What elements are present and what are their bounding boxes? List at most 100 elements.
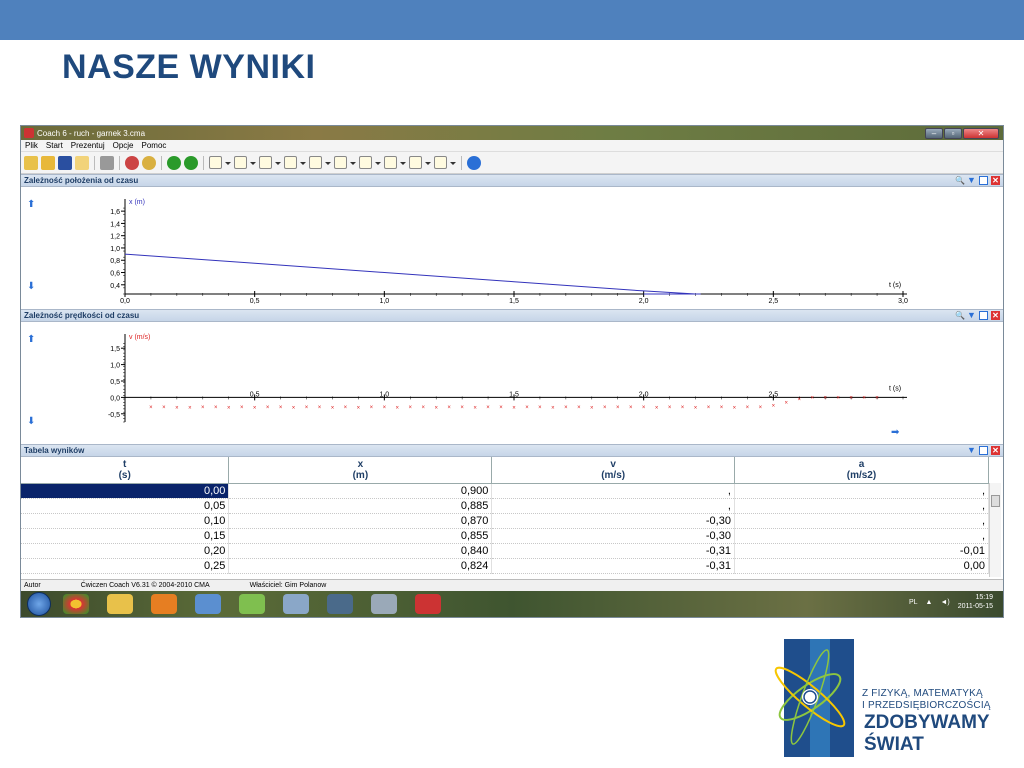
table-dropdown-icon[interactable] [284,155,306,170]
app-icon[interactable] [239,594,265,614]
column-header-v[interactable]: v (m/s) [491,457,735,484]
table-cell[interactable]: 0,00 [21,483,230,499]
table-cell[interactable]: , [734,528,990,544]
notes-icon[interactable] [75,155,89,170]
new-icon[interactable] [24,155,38,170]
data-point: × [668,405,672,411]
close-button[interactable]: ✕ [963,127,999,139]
start-button[interactable] [27,592,51,616]
column-header-x[interactable]: x (m) [228,457,493,484]
table-cell[interactable]: 0,900 [228,483,493,499]
zoom-icon[interactable]: 🔍 [955,176,965,185]
y-tick-label: 0,5 [110,379,120,386]
table-cell[interactable]: 0,855 [228,528,493,544]
table-cell[interactable]: , [491,483,735,499]
close-panel-icon[interactable]: ✕ [991,446,1000,455]
coach-icon[interactable] [371,594,397,614]
table-row[interactable]: 0,10 0,870 -0,30, [21,513,990,529]
measure-dropdown-icon[interactable] [209,155,231,170]
table-row[interactable]: 0,05 0,885,, [21,498,990,514]
coach-window: Coach 6 - ruch - garnek 3.cma – ▫ ✕ Plik… [20,125,1004,618]
table-cell[interactable]: 0,870 [228,513,493,529]
reset-icon[interactable] [184,155,198,170]
table-cell[interactable]: -0,31 [491,558,735,574]
chevron-down-icon[interactable]: ▼ [967,176,976,185]
table-row[interactable]: 0,25 0,824 -0,31 0,00 [21,558,990,574]
table-cell[interactable]: 0,824 [228,558,493,574]
help-icon[interactable] [467,155,481,170]
table-cell[interactable]: 0,05 [21,498,230,514]
window-icon[interactable] [327,594,353,614]
table-cell[interactable]: 0,10 [21,513,230,529]
paint-icon[interactable] [195,594,221,614]
play-icon[interactable] [167,155,181,170]
table-row[interactable]: 0,20 0,840 -0,31 -0,01 [21,543,990,559]
column-header-t[interactable]: t (s) [21,457,230,484]
volume-icon[interactable]: ◄) [940,598,949,607]
table-row[interactable]: 0,15 0,855 -0,30, [21,528,990,544]
notes-icon[interactable] [283,594,309,614]
table-cell[interactable]: -0,01 [734,543,990,559]
stopwatch-icon[interactable] [142,155,156,170]
table-cell[interactable]: , [491,498,735,514]
interface-icon[interactable] [125,155,139,170]
column-header-a[interactable]: a (m/s2) [734,457,990,484]
explorer-icon[interactable] [107,594,133,614]
zoom-icon[interactable]: 🔍 [955,311,965,320]
maximize-panel-icon[interactable] [979,311,988,320]
clock[interactable]: 15:19 2011-05-15 [958,593,993,611]
save-icon[interactable] [58,155,72,170]
text-dropdown-icon[interactable] [259,155,281,170]
network-icon[interactable]: ▲ [926,598,933,607]
y-axis-label: x (m) [129,199,145,206]
data-point: × [862,395,866,401]
maximize-panel-icon[interactable] [979,446,988,455]
data-point: × [577,405,581,411]
table-cell[interactable]: , [734,498,990,514]
program-dropdown-icon[interactable] [434,155,456,170]
table-cell[interactable]: -0,30 [491,528,735,544]
chevron-down-icon[interactable]: ▼ [967,311,976,320]
table-cell[interactable]: , [734,513,990,529]
table-cell[interactable]: 0,885 [228,498,493,514]
graph-dropdown-icon[interactable] [309,155,331,170]
data-point: × [746,405,750,411]
menu-pomoc[interactable]: Pomoc [142,141,167,150]
table-panel-title: Tabela wyników [24,446,85,455]
open-icon[interactable] [41,155,55,170]
table-row[interactable]: 0,00 0,900,, [21,483,990,499]
table-cell[interactable]: -0,31 [491,543,735,559]
close-panel-icon[interactable]: ✕ [991,311,1000,320]
table-cell[interactable]: 0,00 [734,558,990,574]
table-cell[interactable]: 0,15 [21,528,230,544]
table-cell[interactable]: 0,20 [21,543,230,559]
close-panel-icon[interactable]: ✕ [991,176,1000,185]
menu-start[interactable]: Start [46,141,63,150]
maximize-panel-icon[interactable] [979,176,988,185]
table-cell[interactable]: , [734,483,990,499]
maximize-button[interactable]: ▫ [944,127,962,139]
media-player-icon[interactable] [151,594,177,614]
menu-prezentuj[interactable]: Prezentuj [71,141,105,150]
calc-dropdown-icon[interactable] [234,155,256,170]
print-icon[interactable] [100,155,114,170]
data-point: × [396,406,400,412]
table-cell[interactable]: 0,25 [21,558,230,574]
app-icon [24,128,34,138]
model-dropdown-icon[interactable] [409,155,431,170]
table-scrollbar[interactable] [989,483,1001,577]
coach-active-icon[interactable] [415,594,441,614]
table-cell[interactable]: 0,840 [228,543,493,559]
language-indicator[interactable]: PL [909,598,918,607]
scrollbar-thumb[interactable] [991,495,1000,507]
meter-dropdown-icon[interactable] [334,155,356,170]
chrome-icon[interactable] [63,594,89,614]
chevron-down-icon[interactable]: ▼ [967,446,976,455]
data-point: × [629,405,633,411]
image-dropdown-icon[interactable] [359,155,381,170]
menu-plik[interactable]: Plik [25,141,38,150]
video-dropdown-icon[interactable] [384,155,406,170]
minimize-button[interactable]: – [925,127,943,139]
menu-opcje[interactable]: Opcje [113,141,134,150]
table-cell[interactable]: -0,30 [491,513,735,529]
